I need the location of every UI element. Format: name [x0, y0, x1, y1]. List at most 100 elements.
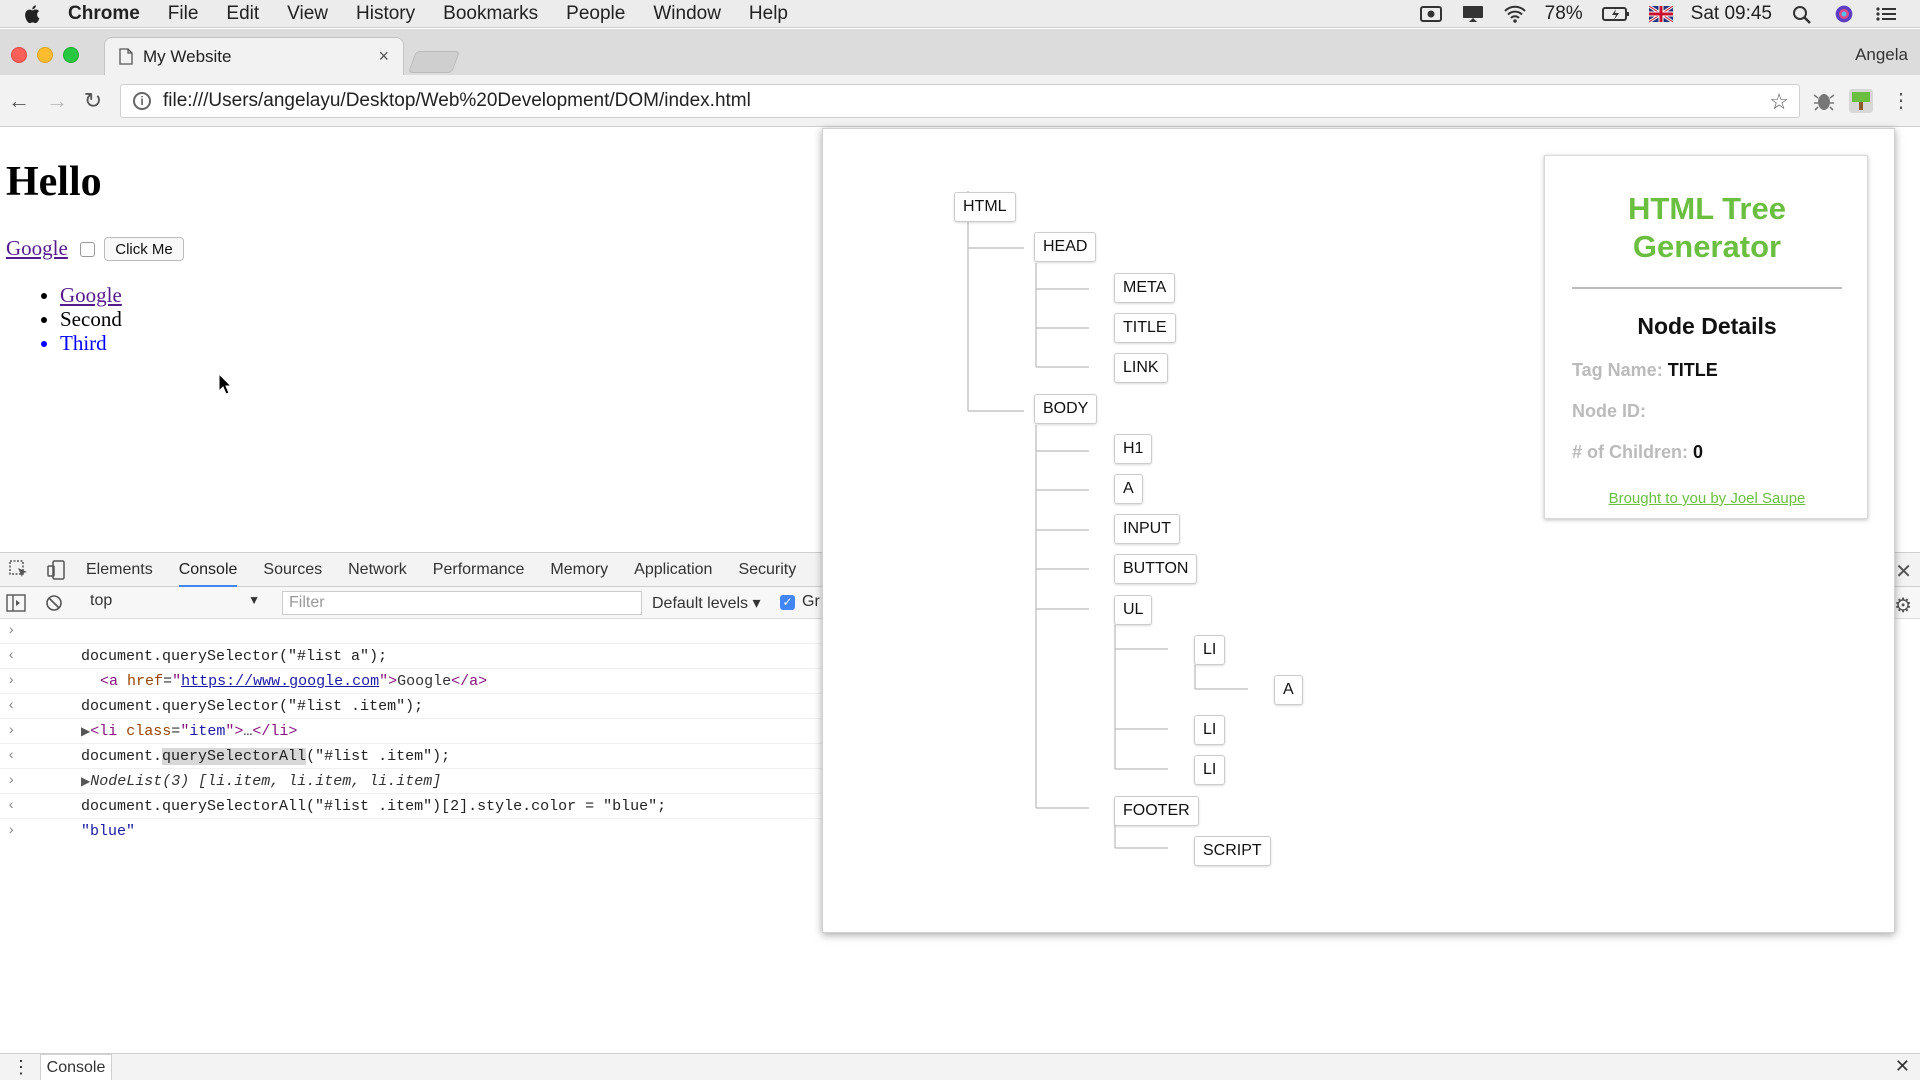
tree-node-script[interactable]: SCRIPT	[1194, 836, 1271, 866]
screen-recorder-icon[interactable]	[1419, 4, 1443, 24]
page-checkbox[interactable]	[80, 242, 95, 257]
inspect-element-icon[interactable]	[8, 559, 30, 581]
console-result-line[interactable]: ‹ ▶<li class="item">…</li>	[0, 694, 822, 740]
tree-node-li[interactable]: LI	[1194, 755, 1226, 785]
drawer-close-icon[interactable]: ✕	[1895, 1056, 1910, 1077]
menu-edit[interactable]: Edit	[226, 3, 259, 25]
devtools-tab-console[interactable]: Console	[178, 553, 238, 587]
menu-file[interactable]: File	[168, 3, 199, 25]
devtools-tab-memory[interactable]: Memory	[550, 553, 608, 587]
generator-title-line2: Generator	[1632, 229, 1782, 264]
menu-history[interactable]: History	[356, 3, 415, 25]
click-me-button[interactable]: Click Me	[104, 237, 184, 261]
clear-console-icon[interactable]	[45, 594, 63, 612]
console-settings-gear-icon[interactable]: ⚙	[1894, 593, 1912, 618]
tree-node-footer[interactable]: FOOTER	[1114, 796, 1199, 826]
window-close-button[interactable]	[11, 47, 27, 63]
menu-people[interactable]: People	[566, 3, 625, 25]
console-prompt[interactable]: ›	[0, 819, 822, 844]
tree-node-meta[interactable]: META	[1114, 273, 1176, 303]
tree-node-head[interactable]: HEAD	[1034, 232, 1097, 262]
list-google-link[interactable]: Google	[60, 283, 122, 307]
devtools-tab-network[interactable]: Network	[348, 553, 407, 587]
tree-node-ul[interactable]: UL	[1114, 595, 1153, 625]
node-id-label: Node ID:	[1572, 401, 1646, 421]
clock[interactable]: Sat 09:45	[1691, 3, 1772, 25]
forward-arrow-icon[interactable]: →	[44, 88, 70, 114]
input-chevron-icon: ›	[7, 673, 16, 689]
devtools-close-icon[interactable]: ✕	[1895, 559, 1912, 584]
menu-help[interactable]: Help	[749, 3, 788, 25]
tree-node-li-a[interactable]: A	[1274, 675, 1303, 705]
tag-name-row: Tag Name: TITLE	[1572, 360, 1718, 381]
log-levels-dropdown[interactable]: Default levels ▾	[652, 593, 761, 613]
device-toolbar-icon[interactable]	[46, 559, 68, 581]
sidebar-toggle-icon[interactable]	[6, 594, 26, 612]
children-count-value: 0	[1693, 442, 1704, 462]
notification-center-icon[interactable]	[1874, 4, 1898, 24]
menu-window[interactable]: Window	[653, 3, 721, 25]
new-tab-button[interactable]	[407, 51, 461, 73]
console-result-line: ‹ "blue"	[0, 794, 822, 840]
apple-icon[interactable]	[22, 3, 44, 25]
tab-close-icon[interactable]: ×	[378, 46, 389, 67]
tree-node-html[interactable]: HTML	[954, 192, 1016, 222]
tree-node-body[interactable]: BODY	[1034, 394, 1098, 424]
prompt-chevron-icon: ›	[7, 823, 16, 839]
bookmark-star-icon[interactable]: ☆	[1769, 89, 1789, 115]
list-item: Third	[60, 331, 122, 355]
bug-extension-icon[interactable]	[1812, 89, 1836, 113]
author-credit-link[interactable]: Brought to you by Joel Saupe	[1545, 490, 1869, 507]
tree-node-h1[interactable]: H1	[1114, 434, 1153, 464]
back-arrow-icon[interactable]: ←	[6, 88, 32, 114]
spotlight-search-icon[interactable]	[1790, 4, 1814, 24]
console-input-line: › document.querySelector("#list .item");	[0, 669, 822, 715]
menu-bookmarks[interactable]: Bookmarks	[443, 3, 538, 25]
log-levels-label: Default levels	[652, 595, 749, 612]
devtools-tab-application[interactable]: Application	[634, 553, 712, 587]
tree-node-a[interactable]: A	[1114, 474, 1143, 504]
tab-my-website[interactable]: My Website ×	[104, 37, 404, 75]
devtools-tab-sources[interactable]: Sources	[263, 553, 322, 587]
flag-uk-icon[interactable]	[1648, 4, 1673, 24]
drawer-menu-icon[interactable]: ⋮	[12, 1057, 30, 1078]
tree-node-input[interactable]: INPUT	[1114, 514, 1180, 544]
console-result-line[interactable]: ‹ ▶NodeList(3) [li.item, li.item, li.item…	[0, 744, 822, 790]
address-url: file:///Users/angelayu/Desktop/Web%20Dev…	[163, 90, 751, 111]
context-value: top	[90, 592, 113, 609]
address-bar[interactable]: i file:///Users/angelayu/Desktop/Web%20D…	[120, 84, 1800, 118]
drawer-tab-console[interactable]: Console	[40, 1054, 112, 1080]
google-link[interactable]: Google	[6, 236, 68, 261]
menu-view[interactable]: View	[287, 3, 328, 25]
input-chevron-icon: ›	[7, 723, 16, 739]
devtools-tab-performance[interactable]: Performance	[433, 553, 525, 587]
console-filter-input[interactable]: Filter	[282, 591, 642, 615]
wifi-icon[interactable]	[1503, 4, 1527, 24]
tree-node-title[interactable]: TITLE	[1114, 313, 1176, 343]
result-chevron-icon: ‹	[7, 648, 16, 664]
window-minimize-button[interactable]	[37, 47, 53, 63]
document-icon	[119, 48, 133, 65]
battery-icon[interactable]	[1601, 4, 1631, 24]
devtools-tab-elements[interactable]: Elements	[86, 553, 153, 587]
node-details-card: HTML Tree Generator Node Details Tag Nam…	[1544, 155, 1868, 519]
tree-node-li[interactable]: LI	[1194, 635, 1226, 665]
window-maximize-button[interactable]	[63, 47, 79, 63]
display-icon[interactable]	[1461, 4, 1485, 24]
html-tree-extension-icon[interactable]	[1849, 89, 1873, 113]
tree-node-li[interactable]: LI	[1194, 715, 1226, 745]
tree-node-button[interactable]: BUTTON	[1114, 554, 1198, 584]
menu-chrome[interactable]: Chrome	[68, 3, 140, 25]
siri-icon[interactable]	[1832, 4, 1856, 24]
group-similar-checkbox[interactable]: ✓	[780, 595, 795, 610]
devtools-tab-security[interactable]: Security	[738, 553, 796, 587]
tree-node-link[interactable]: LINK	[1114, 353, 1168, 383]
reload-icon[interactable]: ↻	[80, 88, 106, 114]
chrome-menu-icon[interactable]: ⋮	[1888, 88, 1914, 114]
chrome-toolbar: ← → ↻ i file:///Users/angelayu/Desktop/W…	[0, 75, 1920, 127]
context-selector[interactable]: top ▼	[90, 592, 266, 614]
profile-name[interactable]: Angela	[1855, 45, 1908, 65]
page-list: Google Second Third	[60, 283, 122, 355]
page-viewport: Hello Google Click Me Google Second Thir…	[0, 128, 822, 552]
info-icon[interactable]: i	[133, 92, 151, 110]
